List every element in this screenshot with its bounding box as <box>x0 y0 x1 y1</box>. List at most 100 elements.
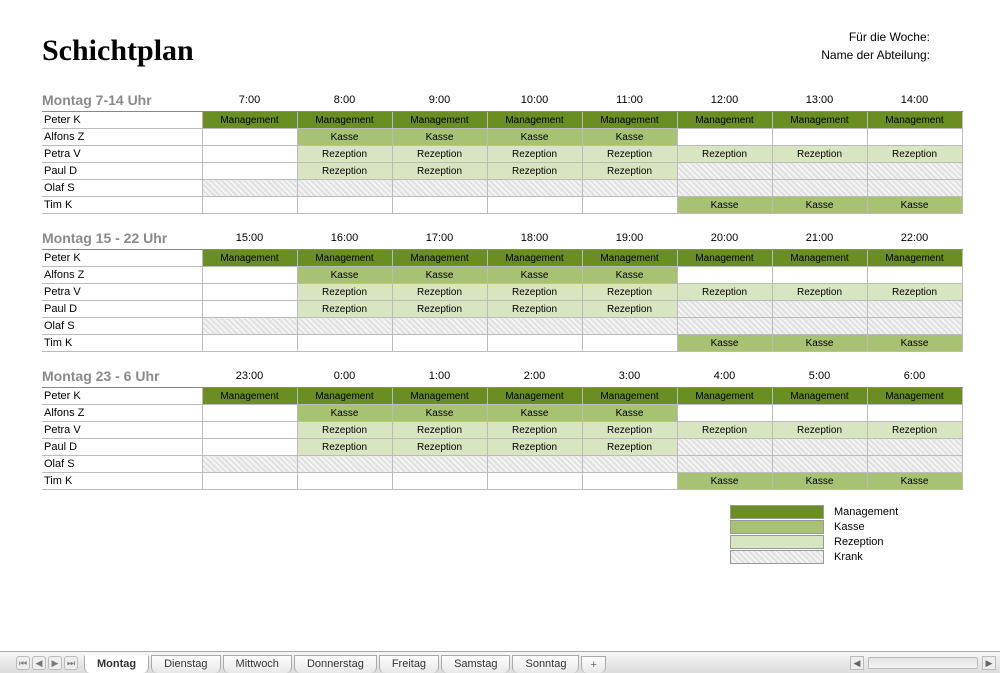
shift-cell[interactable]: Kasse <box>487 129 582 146</box>
shift-cell[interactable] <box>297 456 392 473</box>
shift-cell[interactable] <box>202 129 297 146</box>
shift-cell[interactable]: Kasse <box>867 335 962 352</box>
shift-cell[interactable] <box>202 473 297 490</box>
shift-cell[interactable] <box>677 163 772 180</box>
shift-cell[interactable] <box>677 318 772 335</box>
shift-cell[interactable]: Rezeption <box>297 284 392 301</box>
shift-cell[interactable] <box>487 473 582 490</box>
shift-cell[interactable] <box>772 129 867 146</box>
shift-cell[interactable]: Management <box>392 250 487 267</box>
sheet-tab[interactable]: Samstag <box>441 655 510 673</box>
hscroll-track[interactable] <box>868 657 978 669</box>
tab-last-icon[interactable]: ⏭ <box>64 656 78 670</box>
shift-cell[interactable] <box>202 284 297 301</box>
shift-cell[interactable]: Kasse <box>392 405 487 422</box>
shift-cell[interactable] <box>867 129 962 146</box>
shift-cell[interactable] <box>202 197 297 214</box>
shift-cell[interactable]: Kasse <box>867 197 962 214</box>
shift-cell[interactable]: Rezeption <box>582 422 677 439</box>
shift-cell[interactable] <box>202 146 297 163</box>
shift-cell[interactable]: Rezeption <box>392 146 487 163</box>
shift-cell[interactable] <box>487 180 582 197</box>
shift-cell[interactable] <box>487 456 582 473</box>
sheet-tab[interactable]: Mittwoch <box>223 655 292 673</box>
shift-cell[interactable]: Rezeption <box>297 301 392 318</box>
shift-cell[interactable]: Kasse <box>677 335 772 352</box>
shift-cell[interactable] <box>297 197 392 214</box>
shift-cell[interactable]: Rezeption <box>392 284 487 301</box>
shift-cell[interactable]: Management <box>582 250 677 267</box>
shift-cell[interactable]: Rezeption <box>487 439 582 456</box>
shift-cell[interactable]: Rezeption <box>487 146 582 163</box>
shift-cell[interactable]: Kasse <box>582 129 677 146</box>
shift-cell[interactable]: Management <box>202 112 297 129</box>
shift-cell[interactable]: Management <box>487 250 582 267</box>
shift-cell[interactable]: Management <box>392 112 487 129</box>
shift-cell[interactable]: Kasse <box>582 267 677 284</box>
shift-cell[interactable] <box>867 318 962 335</box>
shift-cell[interactable] <box>867 456 962 473</box>
shift-cell[interactable]: Management <box>582 112 677 129</box>
tab-next-icon[interactable]: ▶ <box>48 656 62 670</box>
shift-cell[interactable] <box>297 473 392 490</box>
shift-cell[interactable]: Rezeption <box>772 422 867 439</box>
shift-cell[interactable]: Management <box>297 388 392 405</box>
shift-cell[interactable]: Kasse <box>772 335 867 352</box>
shift-cell[interactable] <box>487 318 582 335</box>
shift-cell[interactable]: Management <box>202 250 297 267</box>
shift-cell[interactable]: Kasse <box>297 405 392 422</box>
shift-cell[interactable] <box>202 335 297 352</box>
shift-cell[interactable]: Kasse <box>677 473 772 490</box>
shift-cell[interactable]: Management <box>677 388 772 405</box>
shift-cell[interactable] <box>392 318 487 335</box>
shift-cell[interactable] <box>487 335 582 352</box>
shift-cell[interactable]: Rezeption <box>582 284 677 301</box>
shift-cell[interactable]: Rezeption <box>867 284 962 301</box>
add-sheet-tab[interactable]: + <box>581 656 605 673</box>
shift-cell[interactable] <box>202 422 297 439</box>
shift-cell[interactable] <box>202 318 297 335</box>
shift-cell[interactable] <box>297 335 392 352</box>
shift-cell[interactable] <box>772 456 867 473</box>
shift-cell[interactable] <box>582 456 677 473</box>
shift-cell[interactable]: Rezeption <box>487 422 582 439</box>
shift-cell[interactable] <box>867 405 962 422</box>
shift-cell[interactable] <box>772 267 867 284</box>
shift-cell[interactable] <box>202 180 297 197</box>
shift-cell[interactable] <box>392 197 487 214</box>
hscroll-right-icon[interactable]: ▶ <box>982 656 996 670</box>
shift-cell[interactable]: Kasse <box>297 129 392 146</box>
shift-cell[interactable] <box>202 405 297 422</box>
shift-cell[interactable] <box>582 180 677 197</box>
shift-cell[interactable]: Management <box>772 388 867 405</box>
shift-cell[interactable]: Kasse <box>392 129 487 146</box>
shift-cell[interactable]: Rezeption <box>582 301 677 318</box>
shift-cell[interactable] <box>297 318 392 335</box>
shift-cell[interactable]: Management <box>392 388 487 405</box>
shift-cell[interactable] <box>867 180 962 197</box>
shift-cell[interactable]: Rezeption <box>677 146 772 163</box>
shift-cell[interactable]: Kasse <box>392 267 487 284</box>
sheet-tab[interactable]: Montag <box>84 655 149 673</box>
shift-cell[interactable]: Kasse <box>867 473 962 490</box>
shift-cell[interactable]: Rezeption <box>487 301 582 318</box>
shift-cell[interactable] <box>202 439 297 456</box>
shift-cell[interactable]: Rezeption <box>867 422 962 439</box>
shift-cell[interactable]: Kasse <box>582 405 677 422</box>
shift-cell[interactable]: Management <box>772 112 867 129</box>
shift-cell[interactable] <box>487 197 582 214</box>
shift-cell[interactable]: Management <box>487 388 582 405</box>
shift-cell[interactable] <box>202 301 297 318</box>
shift-cell[interactable] <box>677 301 772 318</box>
tab-prev-icon[interactable]: ◀ <box>32 656 46 670</box>
shift-cell[interactable] <box>677 405 772 422</box>
shift-cell[interactable]: Rezeption <box>772 146 867 163</box>
shift-cell[interactable]: Management <box>297 112 392 129</box>
shift-cell[interactable]: Management <box>772 250 867 267</box>
shift-cell[interactable]: Rezeption <box>487 163 582 180</box>
shift-cell[interactable] <box>677 129 772 146</box>
shift-cell[interactable]: Kasse <box>487 267 582 284</box>
shift-cell[interactable]: Kasse <box>772 197 867 214</box>
shift-cell[interactable]: Kasse <box>297 267 392 284</box>
shift-cell[interactable] <box>677 456 772 473</box>
